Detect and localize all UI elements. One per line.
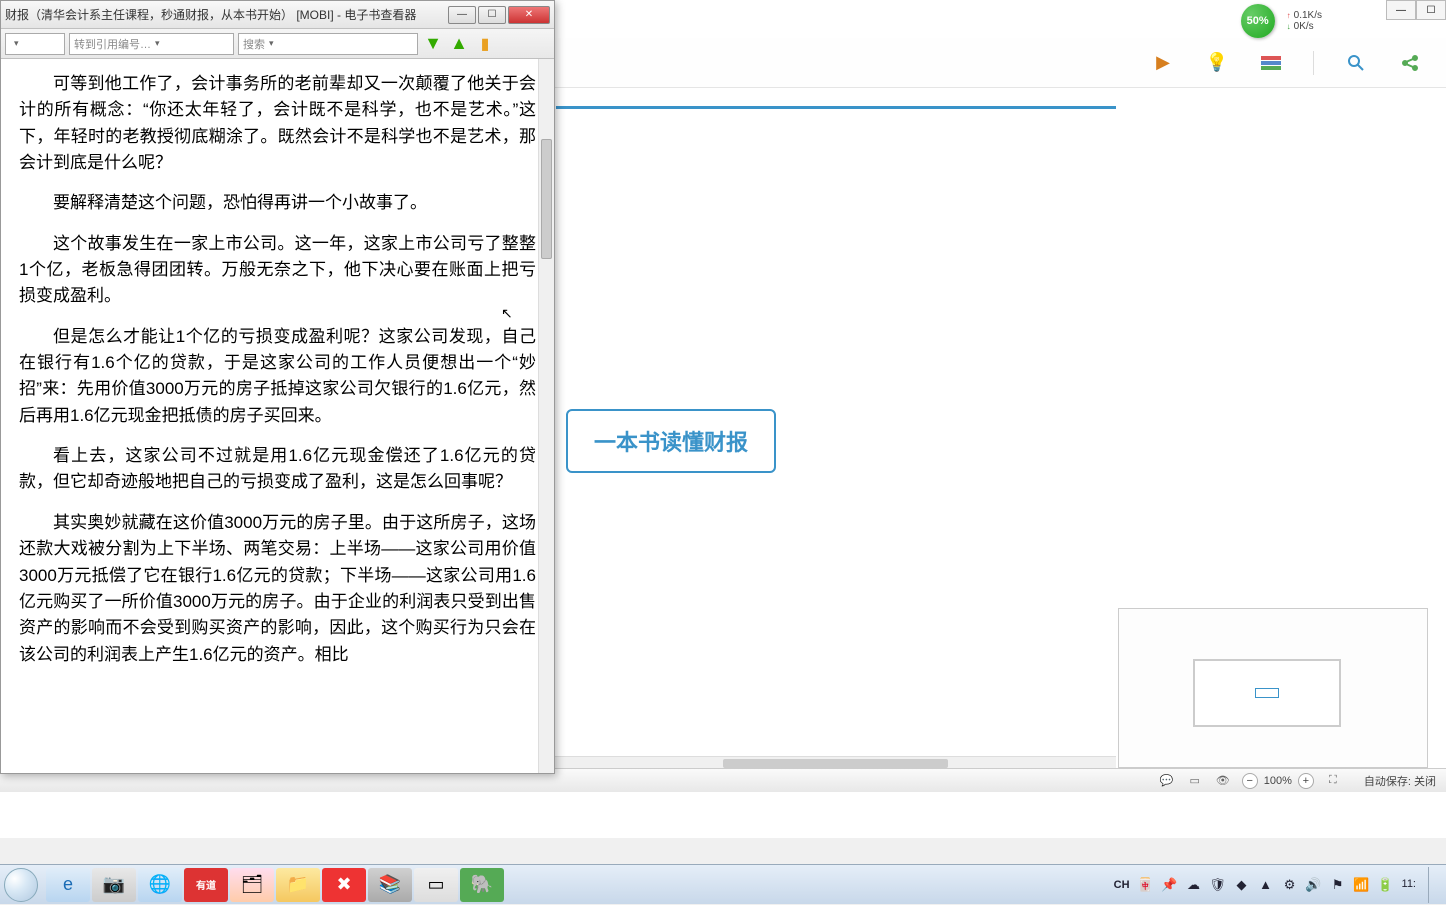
slideshow-play-icon[interactable]: ▶ <box>1151 51 1175 75</box>
ebook-viewer-window: 财报（清华会计系主任课程，秒通财报，从本书开始） [MOBI] - 电子书查看器… <box>0 0 555 774</box>
bookmark-icon[interactable]: ▮ <box>474 33 496 55</box>
slide-title-text: 一本书读懂财报 <box>594 425 748 457</box>
thumb-content-box <box>1255 688 1279 698</box>
download-speed: 0K/s <box>1294 21 1314 32</box>
taskbar-stickynotes-icon[interactable]: 🗂 <box>230 868 274 902</box>
ebook-titlebar[interactable]: 财报（清华会计系主任课程，秒通财报，从本书开始） [MOBI] - 电子书查看器… <box>1 1 554 29</box>
tray-antivirus-icon[interactable]: ⚙ <box>1282 877 1298 893</box>
close-button[interactable]: ✕ <box>508 6 550 24</box>
tray-shield-icon[interactable]: 🛡 <box>1210 877 1226 893</box>
ribbon-separator <box>1313 51 1314 75</box>
tray-clock[interactable]: 11: <box>1402 878 1416 891</box>
horizontal-scroll-thumb[interactable] <box>723 759 947 768</box>
taskbar-camera-icon[interactable]: 📷 <box>92 868 136 902</box>
zoom-in-button[interactable]: + <box>1298 773 1314 789</box>
ebook-toolbar: 转到引用编号… 搜索 ▼ ▲ ▮ <box>1 29 554 59</box>
paragraph: 这个故事发生在一家上市公司。这一年，这家上市公司亏了整整1个亿，老板急得团团转。… <box>19 231 536 310</box>
ribbon: ▶ 💡 <box>555 38 1446 88</box>
tray-app-icon[interactable]: ◆ <box>1234 877 1250 893</box>
comments-icon[interactable]: 💬 <box>1158 772 1176 790</box>
window-controls: — ☐ ✕ <box>448 6 550 24</box>
taskbar-xmind-icon[interactable]: ✖ <box>322 868 366 902</box>
search-icon[interactable] <box>1344 51 1368 75</box>
tray-pin-icon[interactable]: 📌 <box>1162 877 1178 893</box>
slide-thumbnail[interactable] <box>1193 659 1341 727</box>
taskbar-youdao-icon[interactable]: 有道 <box>184 868 228 902</box>
goto-ref-input[interactable]: 转到引用编号… <box>69 33 234 55</box>
slide-canvas[interactable]: 一本书读懂财报 <box>556 106 1116 768</box>
paragraph: 要解释清楚这个问题，恐怕得再讲一个小故事了。 <box>19 190 536 216</box>
paragraph: 看上去，这家公司不过就是用1.6亿元现金偿还了1.6亿元的贷款，但它却奇迹般地把… <box>19 443 536 496</box>
start-button[interactable] <box>0 865 42 905</box>
network-percent-circle: 50% <box>1241 4 1275 38</box>
start-orb-icon <box>4 868 38 902</box>
upload-arrow-icon: ↑ <box>1287 11 1291 20</box>
tray-battery-icon[interactable]: 🔋 <box>1378 877 1394 893</box>
bg-window-controls: — ☐ <box>1386 0 1446 20</box>
taskbar-evernote-icon[interactable]: 🐘 <box>460 868 504 902</box>
view-normal-icon[interactable]: ▭ <box>1186 772 1204 790</box>
bulb-icon[interactable]: 💡 <box>1205 51 1229 75</box>
taskbar-calibre-icon[interactable]: 📚 <box>368 868 412 902</box>
share-icon[interactable] <box>1398 51 1422 75</box>
taskbar: e 📷 🌐 有道 🗂 📁 ✖ 📚 ▭ 🐘 CH 🀄 📌 ☁ 🛡 ◆ ▲ ⚙ 🔊 … <box>0 864 1446 904</box>
upload-speed: 0.1K/s <box>1294 10 1322 21</box>
network-percent: 50% <box>1247 15 1269 27</box>
view-eye-icon[interactable]: 👁 <box>1214 772 1232 790</box>
ime-mode-icon[interactable]: 🀄 <box>1138 877 1154 893</box>
show-desktop-button[interactable] <box>1428 867 1438 903</box>
prev-arrow-icon[interactable]: ▲ <box>448 33 470 55</box>
network-speeds: ↑0.1K/s ↓0K/s <box>1281 8 1328 34</box>
tray-network-icon[interactable]: 📶 <box>1354 877 1370 893</box>
search-placeholder: 搜索 <box>243 36 265 52</box>
bg-maximize-button[interactable]: ☐ <box>1416 0 1446 20</box>
fit-icon[interactable]: ⛶ <box>1324 772 1342 790</box>
thumbnail-panel[interactable] <box>1118 608 1428 768</box>
goto-placeholder: 转到引用编号… <box>74 36 151 52</box>
color-bars-icon[interactable] <box>1259 51 1283 75</box>
ebook-content[interactable]: 可等到他工作了，会计事务所的老前辈却又一次颠覆了他关于会计的所有概念：“你还太年… <box>1 59 554 773</box>
paragraph: 但是怎么才能让1个亿的亏损变成盈利呢？这家公司发现，自己在银行有1.6个亿的贷款… <box>19 324 536 429</box>
maximize-button[interactable]: ☐ <box>478 6 506 24</box>
search-input[interactable]: 搜索 <box>238 33 418 55</box>
tray-cloud-icon[interactable]: ☁ <box>1186 877 1202 893</box>
ebook-vscrollbar[interactable] <box>538 59 554 773</box>
toc-dropdown[interactable] <box>5 33 65 55</box>
minimize-button[interactable]: — <box>448 6 476 24</box>
youdao-label: 有道 <box>196 877 216 892</box>
taskbar-items: e 📷 🌐 有道 🗂 📁 ✖ 📚 ▭ 🐘 <box>46 868 504 902</box>
paragraph: 其实奥妙就藏在这价值3000万元的房子里。由于这所房子，这场还款大戏被分割为上下… <box>19 510 536 668</box>
tray-chevron-up-icon[interactable]: ▲ <box>1258 877 1274 893</box>
network-speed-badge[interactable]: 50% ↑0.1K/s ↓0K/s <box>1241 4 1328 38</box>
autosave-label: 自动保存: 关闭 <box>1364 773 1436 789</box>
zoom-value: 100% <box>1264 775 1292 787</box>
taskbar-qq-icon[interactable]: 🌐 <box>138 868 182 902</box>
tray-volume-icon[interactable]: 🔊 <box>1306 877 1322 893</box>
next-arrow-icon[interactable]: ▼ <box>422 33 444 55</box>
ebook-scroll-thumb[interactable] <box>541 139 552 259</box>
zoom-out-button[interactable]: − <box>1242 773 1258 789</box>
bg-minimize-button[interactable]: — <box>1386 0 1416 20</box>
taskbar-explorer-icon[interactable]: 📁 <box>276 868 320 902</box>
slide-title-box[interactable]: 一本书读懂财报 <box>566 409 776 473</box>
download-arrow-icon: ↓ <box>1287 22 1291 31</box>
system-tray: CH 🀄 📌 ☁ 🛡 ◆ ▲ ⚙ 🔊 ⚑ 📶 🔋 11: <box>1114 867 1446 903</box>
paragraph: 可等到他工作了，会计事务所的老前辈却又一次颠覆了他关于会计的所有概念：“你还太年… <box>19 71 536 176</box>
tray-flag-icon[interactable]: ⚑ <box>1330 877 1346 893</box>
ime-indicator[interactable]: CH <box>1114 879 1130 891</box>
taskbar-ie-icon[interactable]: e <box>46 868 90 902</box>
ebook-title-text: 财报（清华会计系主任课程，秒通财报，从本书开始） [MOBI] - 电子书查看器 <box>5 6 448 23</box>
zoom-controls: − 100% + <box>1242 773 1314 789</box>
taskbar-ppt-icon[interactable]: ▭ <box>414 868 458 902</box>
